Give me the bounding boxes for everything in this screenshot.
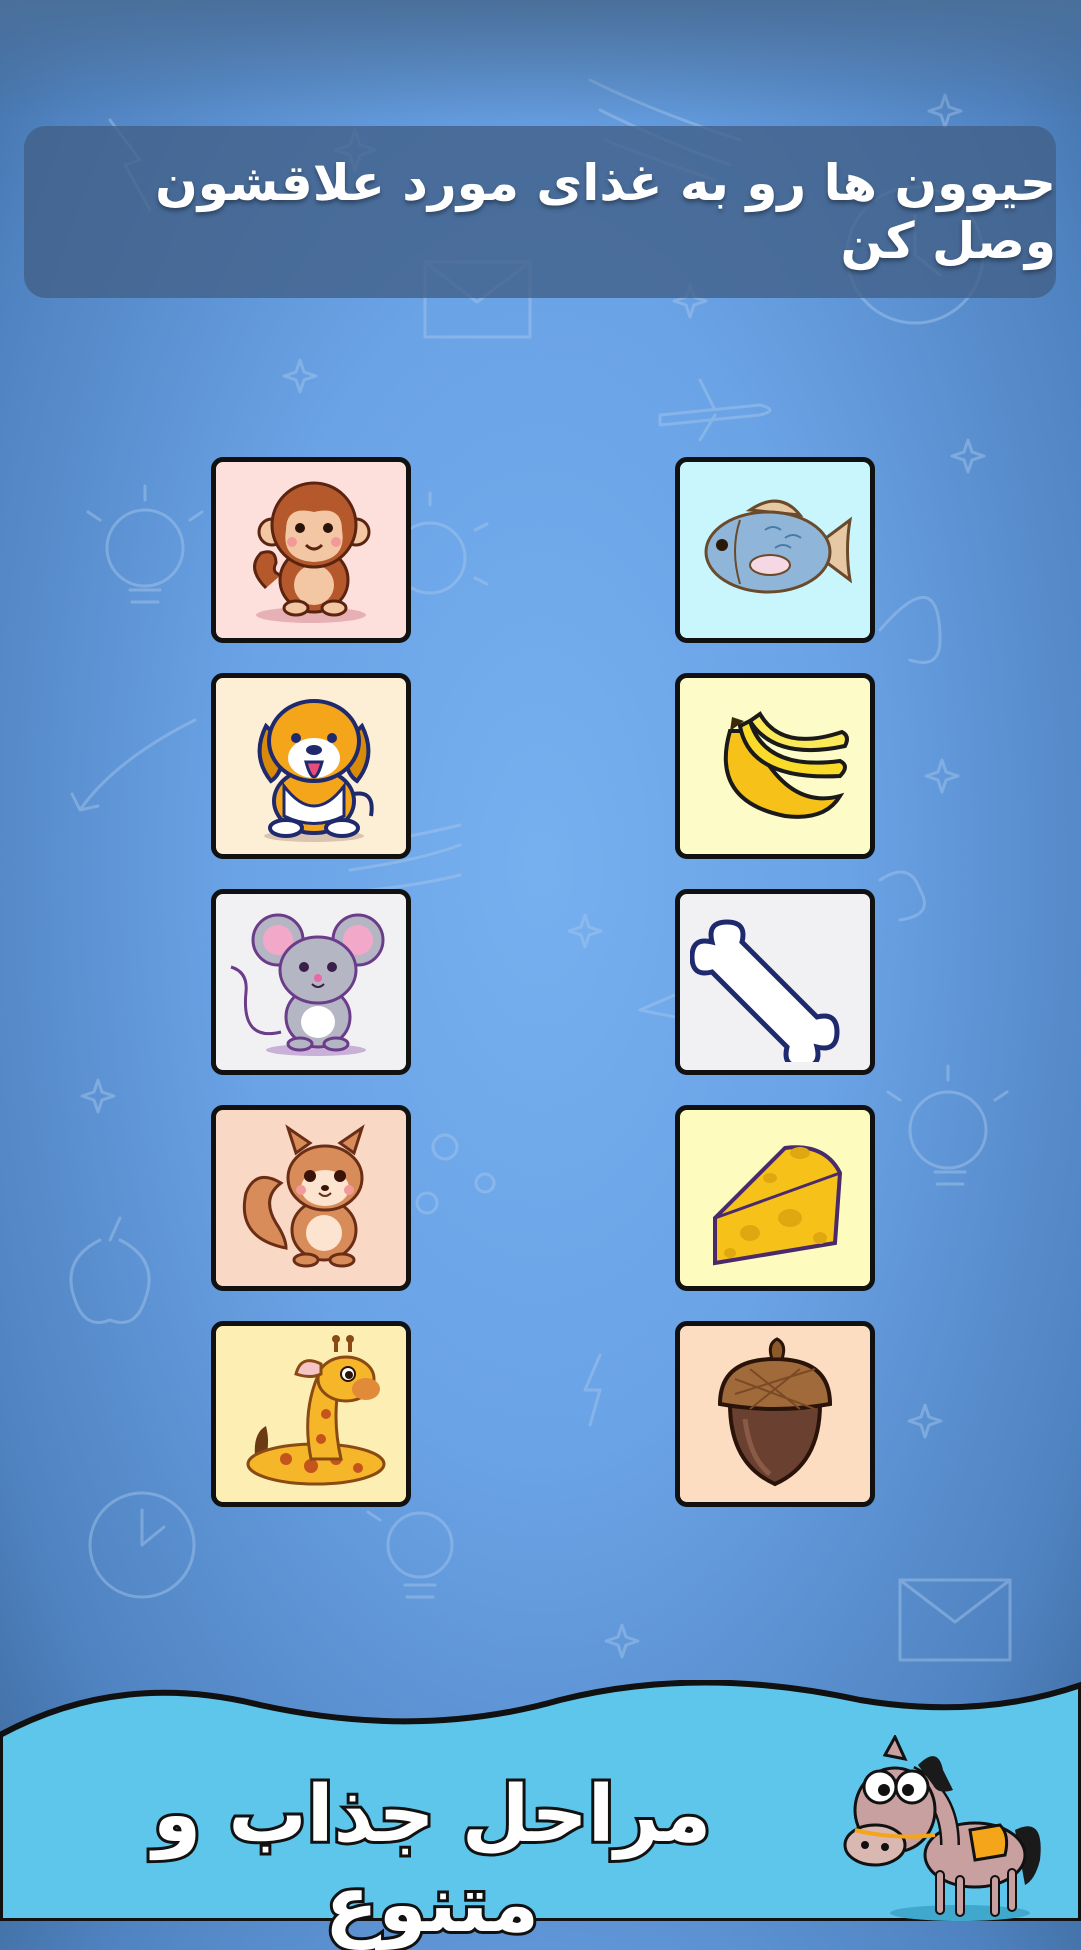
acorn-card[interactable]	[675, 1321, 875, 1507]
mouse-icon	[230, 913, 385, 1056]
instruction-text: حیوون ها رو به غذای مورد علاقشون وصل کن	[155, 154, 1056, 270]
bone-icon	[690, 919, 840, 1062]
footer-caption: مراحل جذاب و متنوع	[150, 1767, 715, 1950]
instruction-banner: حیوون ها رو به غذای مورد علاقشون وصل کن	[24, 126, 1056, 298]
banana-icon	[723, 711, 849, 819]
dog-card[interactable]	[211, 673, 411, 859]
bone-card[interactable]	[675, 889, 875, 1075]
fish-icon	[704, 499, 853, 594]
banana-card[interactable]	[675, 673, 875, 859]
cheese-icon	[713, 1145, 843, 1266]
mouse-card[interactable]	[211, 889, 411, 1075]
top-shade	[0, 0, 1081, 120]
acorn-icon	[717, 1337, 833, 1487]
dog-icon	[257, 699, 374, 842]
giraffe-icon	[246, 1335, 386, 1486]
donkey-icon	[843, 1735, 1041, 1921]
squirrel-card[interactable]	[211, 1105, 411, 1291]
monkey-card[interactable]	[211, 457, 411, 643]
giraffe-card[interactable]	[211, 1321, 411, 1507]
cheese-card[interactable]	[675, 1105, 875, 1291]
squirrel-icon	[242, 1124, 365, 1268]
fish-card[interactable]	[675, 457, 875, 643]
monkey-icon	[253, 481, 371, 623]
